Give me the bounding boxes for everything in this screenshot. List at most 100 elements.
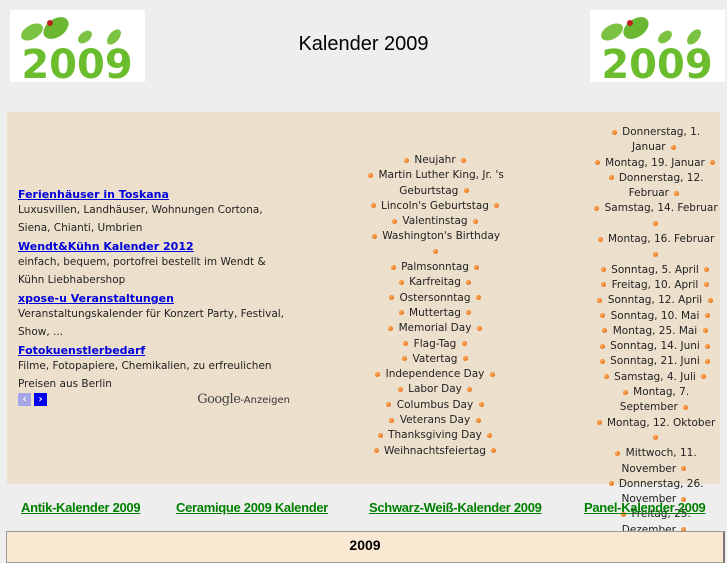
list-item: Lincoln's Geburtstag <box>365 199 505 214</box>
list-item: Washington's Birthday <box>365 229 505 260</box>
list-item-text: Montag, 7. September <box>619 386 690 414</box>
ad-prev-button[interactable]: ‹ <box>18 393 31 406</box>
google-ads-label[interactable]: Google-Anzeigen <box>197 392 290 407</box>
year-heading: 2009 <box>349 537 381 553</box>
bullet-icon <box>652 251 658 257</box>
list-item: Montag, 16. Februar <box>592 232 718 263</box>
list-item: Palmsonntag <box>365 260 505 275</box>
bullet-icon <box>404 157 409 163</box>
bullet-icon <box>608 175 614 181</box>
list-item-text: Montag, 16. Februar <box>607 233 715 246</box>
ad-item: Wendt&Kühn Kalender 2012 einfach, bequem… <box>18 239 288 289</box>
link-panel-kalender[interactable]: Panel-Kalender 2009 <box>584 500 706 515</box>
bullet-icon <box>462 356 468 362</box>
bullet-icon <box>597 236 603 242</box>
main-panel: Ferienhäuser in Toskana Luxusvillen, Lan… <box>7 112 720 536</box>
list-item-text: Sonntag, 14. Juni <box>610 340 700 353</box>
list-item-text: Donnerstag, 12. Februar <box>618 171 704 200</box>
list-item: Muttertag <box>365 306 505 321</box>
list-item: Ostersonntag <box>365 291 505 306</box>
list-item-text: Montag, 12. Oktober <box>606 416 716 429</box>
holiday-names-list: Neujahr Martin Luther King, Jr. 's Gebur… <box>365 153 505 459</box>
list-item-text: Thanksgiving Day <box>388 429 482 442</box>
list-item-text: Neujahr <box>414 154 456 166</box>
bullet-icon <box>683 404 689 410</box>
chevron-right-icon: › <box>38 394 43 405</box>
bullet-icon <box>594 160 600 166</box>
bullet-icon <box>705 343 711 349</box>
list-item-text: Sonntag, 12. April <box>607 294 703 307</box>
list-item: Montag, 19. Januar <box>592 156 718 171</box>
link-ceramique-kalender[interactable]: Ceramique 2009 Kalender <box>176 500 328 515</box>
list-item: Freitag, 10. April <box>592 278 718 293</box>
bullet-icon <box>386 402 392 408</box>
bullet-icon <box>670 144 676 150</box>
bullet-icon <box>375 371 381 377</box>
bullet-icon <box>600 267 606 273</box>
ad-link[interactable]: Ferienhäuser in Toskana <box>18 187 288 202</box>
bullet-icon <box>463 188 469 194</box>
google-logo: Google <box>197 392 241 407</box>
ad-text: Filme, Fotopapiere, Chemikalien, zu erfr… <box>18 360 272 390</box>
list-item: Montag, 12. Oktober <box>592 416 718 447</box>
ad-link[interactable]: Wendt&Kühn Kalender 2012 <box>18 239 288 254</box>
svg-text:2009: 2009 <box>601 42 712 82</box>
bullet-icon <box>494 203 500 209</box>
list-item-text: Veterans Day <box>399 414 471 427</box>
list-item-text: Washington's Birthday <box>382 230 501 243</box>
list-item-text: Palmsonntag <box>401 261 469 274</box>
list-item-text: Lincoln's Geburtstag <box>381 199 489 212</box>
list-item: Martin Luther King, Jr. 's Geburtstag <box>365 168 505 199</box>
link-antik-kalender[interactable]: Antik-Kalender 2009 <box>21 500 141 515</box>
bullet-icon <box>460 157 466 163</box>
ad-link[interactable]: xpose-u Veranstaltungen <box>18 291 288 306</box>
bullet-icon <box>432 249 438 255</box>
bullet-icon <box>707 297 713 303</box>
list-item-text: Memorial Day <box>398 322 472 335</box>
bullet-icon <box>390 264 396 270</box>
list-item: Thanksgiving Day <box>365 428 505 443</box>
list-item-text: Sonntag, 21. Juni <box>610 355 700 368</box>
list-item: Veterans Day <box>365 413 505 428</box>
list-item-text: Freitag, 10. April <box>611 278 699 291</box>
list-item-text: Labor Day <box>408 383 462 396</box>
bullet-icon <box>703 282 709 288</box>
list-item-text: Weihnachtsfeiertag <box>384 444 486 457</box>
ad-text: Veranstaltungskalender für Konzert Party… <box>18 308 285 338</box>
ad-text: einfach, bequem, portofrei bestellt im W… <box>18 256 266 286</box>
list-item: Samstag, 4. Juli <box>592 370 718 385</box>
bullet-icon <box>597 297 603 303</box>
bullet-icon <box>601 282 607 288</box>
bullet-icon <box>710 160 716 166</box>
bullet-icon <box>389 295 395 301</box>
list-item-text: Montag, 25. Mai <box>612 324 698 337</box>
chevron-left-icon: ‹ <box>22 394 27 405</box>
bullet-icon <box>389 417 395 423</box>
bullet-icon <box>596 420 602 426</box>
bullet-icon <box>397 386 403 392</box>
bullet-icon <box>402 356 408 362</box>
list-item-text: Samstag, 4. Juli <box>614 370 696 383</box>
ad-next-button[interactable]: › <box>34 393 47 406</box>
list-item-text: Sonntag, 5. April <box>611 263 699 276</box>
list-item: Sonntag, 14. Juni <box>592 339 718 354</box>
list-item: Sonntag, 5. April <box>592 263 718 278</box>
bullet-icon <box>622 389 628 395</box>
list-item: Vatertag <box>365 352 505 367</box>
list-item-text: Vatertag <box>412 352 458 365</box>
list-item: Columbus Day <box>365 398 505 413</box>
ad-footer: ‹ › Google-Anzeigen <box>18 391 290 409</box>
bullet-icon <box>491 448 497 454</box>
bullet-icon <box>652 221 658 227</box>
bullet-icon <box>674 190 680 196</box>
list-item-text: Muttertag <box>409 306 461 319</box>
bullet-icon <box>681 466 687 472</box>
bullet-icon <box>388 325 394 331</box>
list-item-text: Ostersonntag <box>399 291 471 304</box>
list-item: Karfreitag <box>365 275 505 290</box>
link-schwarz-weiss-kalender[interactable]: Schwarz-Weiß-Kalender 2009 <box>369 500 542 515</box>
bullet-icon <box>594 205 600 211</box>
bullet-icon <box>701 374 707 380</box>
list-item: Sonntag, 21. Juni <box>592 354 718 369</box>
ad-link[interactable]: Fotokuenstlerbedarf <box>18 343 288 358</box>
